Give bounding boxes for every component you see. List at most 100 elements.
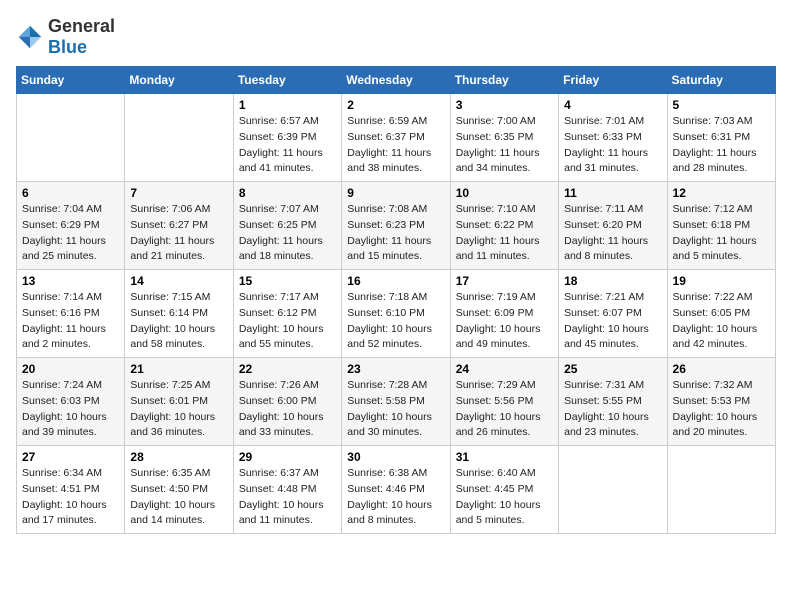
day-number: 25 (564, 362, 661, 376)
day-number: 17 (456, 274, 553, 288)
calendar-day-31: 31 Sunrise: 6:40 AMSunset: 4:45 PMDayligh… (450, 446, 558, 534)
day-header-wednesday: Wednesday (342, 67, 450, 94)
logo-general: General (48, 16, 115, 36)
calendar-table: SundayMondayTuesdayWednesdayThursdayFrid… (16, 66, 776, 534)
day-header-friday: Friday (559, 67, 667, 94)
day-number: 29 (239, 450, 336, 464)
calendar-day-5: 5 Sunrise: 7:03 AMSunset: 6:31 PMDaylight… (667, 94, 775, 182)
calendar-day-10: 10 Sunrise: 7:10 AMSunset: 6:22 PMDayligh… (450, 182, 558, 270)
day-info: Sunrise: 6:40 AMSunset: 4:45 PMDaylight:… (456, 466, 553, 529)
day-info: Sunrise: 6:59 AMSunset: 6:37 PMDaylight:… (347, 114, 444, 177)
calendar-day-9: 9Sunrise: 7:08 AMSunset: 6:23 PMDaylight… (342, 182, 450, 270)
calendar-day-12: 12 Sunrise: 7:12 AMSunset: 6:18 PMDayligh… (667, 182, 775, 270)
day-info: Sunrise: 7:19 AMSunset: 6:09 PMDaylight:… (456, 290, 553, 353)
calendar-day-empty (17, 94, 125, 182)
day-number: 28 (130, 450, 227, 464)
day-number: 14 (130, 274, 227, 288)
calendar-day-15: 15 Sunrise: 7:17 AMSunset: 6:12 PMDayligh… (233, 270, 341, 358)
page-header: General Blue (16, 16, 776, 58)
day-number: 13 (22, 274, 119, 288)
day-number: 12 (673, 186, 770, 200)
calendar-day-22: 22 Sunrise: 7:26 AMSunset: 6:00 PMDayligh… (233, 358, 341, 446)
day-number: 10 (456, 186, 553, 200)
calendar-day-30: 30 Sunrise: 6:38 AMSunset: 4:46 PMDayligh… (342, 446, 450, 534)
day-info: Sunrise: 7:11 AMSunset: 6:20 PMDaylight:… (564, 202, 661, 265)
day-number: 5 (673, 98, 770, 112)
calendar-week-row: 6 Sunrise: 7:04 AMSunset: 6:29 PMDaylight… (17, 182, 776, 270)
calendar-day-2: 2 Sunrise: 6:59 AMSunset: 6:37 PMDaylight… (342, 94, 450, 182)
calendar-day-7: 7 Sunrise: 7:06 AMSunset: 6:27 PMDaylight… (125, 182, 233, 270)
day-number: 15 (239, 274, 336, 288)
calendar-day-4: 4 Sunrise: 7:01 AMSunset: 6:33 PMDaylight… (559, 94, 667, 182)
day-number: 2 (347, 98, 444, 112)
calendar-day-1: 1 Sunrise: 6:57 AMSunset: 6:39 PMDaylight… (233, 94, 341, 182)
calendar-day-26: 26Sunrise: 7:32 AMSunset: 5:53 PMDayligh… (667, 358, 775, 446)
calendar-week-row: 20 Sunrise: 7:24 AMSunset: 6:03 PMDayligh… (17, 358, 776, 446)
calendar-day-3: 3 Sunrise: 7:00 AMSunset: 6:35 PMDaylight… (450, 94, 558, 182)
day-header-monday: Monday (125, 67, 233, 94)
calendar-day-29: 29 Sunrise: 6:37 AMSunset: 4:48 PMDayligh… (233, 446, 341, 534)
day-info: Sunrise: 6:34 AMSunset: 4:51 PMDaylight:… (22, 466, 119, 529)
day-info: Sunrise: 7:32 AMSunset: 5:53 PMDaylight:… (673, 378, 770, 441)
day-info: Sunrise: 7:17 AMSunset: 6:12 PMDaylight:… (239, 290, 336, 353)
day-info: Sunrise: 7:24 AMSunset: 6:03 PMDaylight:… (22, 378, 119, 441)
calendar-day-28: 28 Sunrise: 6:35 AMSunset: 4:50 PMDayligh… (125, 446, 233, 534)
calendar-day-25: 25 Sunrise: 7:31 AMSunset: 5:55 PMDayligh… (559, 358, 667, 446)
day-info: Sunrise: 7:25 AMSunset: 6:01 PMDaylight:… (130, 378, 227, 441)
calendar-day-16: 16Sunrise: 7:18 AMSunset: 6:10 PMDayligh… (342, 270, 450, 358)
calendar-day-11: 11 Sunrise: 7:11 AMSunset: 6:20 PMDayligh… (559, 182, 667, 270)
logo: General Blue (16, 16, 115, 58)
day-number: 31 (456, 450, 553, 464)
day-header-saturday: Saturday (667, 67, 775, 94)
day-info: Sunrise: 7:06 AMSunset: 6:27 PMDaylight:… (130, 202, 227, 265)
day-number: 11 (564, 186, 661, 200)
day-info: Sunrise: 7:00 AMSunset: 6:35 PMDaylight:… (456, 114, 553, 177)
calendar-day-19: 19Sunrise: 7:22 AMSunset: 6:05 PMDayligh… (667, 270, 775, 358)
day-info: Sunrise: 7:26 AMSunset: 6:00 PMDaylight:… (239, 378, 336, 441)
day-info: Sunrise: 7:12 AMSunset: 6:18 PMDaylight:… (673, 202, 770, 265)
day-number: 3 (456, 98, 553, 112)
day-info: Sunrise: 7:01 AMSunset: 6:33 PMDaylight:… (564, 114, 661, 177)
day-number: 24 (456, 362, 553, 376)
calendar-day-empty (667, 446, 775, 534)
day-info: Sunrise: 7:21 AMSunset: 6:07 PMDaylight:… (564, 290, 661, 353)
day-info: Sunrise: 7:14 AMSunset: 6:16 PMDaylight:… (22, 290, 119, 353)
calendar-day-20: 20 Sunrise: 7:24 AMSunset: 6:03 PMDayligh… (17, 358, 125, 446)
day-number: 6 (22, 186, 119, 200)
day-header-tuesday: Tuesday (233, 67, 341, 94)
calendar-day-27: 27 Sunrise: 6:34 AMSunset: 4:51 PMDayligh… (17, 446, 125, 534)
day-info: Sunrise: 6:38 AMSunset: 4:46 PMDaylight:… (347, 466, 444, 529)
day-number: 22 (239, 362, 336, 376)
calendar-day-8: 8 Sunrise: 7:07 AMSunset: 6:25 PMDaylight… (233, 182, 341, 270)
calendar-header-row: SundayMondayTuesdayWednesdayThursdayFrid… (17, 67, 776, 94)
logo-icon (16, 23, 44, 51)
day-number: 16 (347, 274, 444, 288)
day-info: Sunrise: 7:28 AMSunset: 5:58 PMDaylight:… (347, 378, 444, 441)
calendar-day-13: 13 Sunrise: 7:14 AMSunset: 6:16 PMDayligh… (17, 270, 125, 358)
calendar-day-18: 18Sunrise: 7:21 AMSunset: 6:07 PMDayligh… (559, 270, 667, 358)
calendar-day-14: 14Sunrise: 7:15 AMSunset: 6:14 PMDayligh… (125, 270, 233, 358)
day-header-thursday: Thursday (450, 67, 558, 94)
day-info: Sunrise: 6:57 AMSunset: 6:39 PMDaylight:… (239, 114, 336, 177)
day-number: 7 (130, 186, 227, 200)
day-info: Sunrise: 7:10 AMSunset: 6:22 PMDaylight:… (456, 202, 553, 265)
day-info: Sunrise: 7:04 AMSunset: 6:29 PMDaylight:… (22, 202, 119, 265)
day-number: 1 (239, 98, 336, 112)
day-info: Sunrise: 6:37 AMSunset: 4:48 PMDaylight:… (239, 466, 336, 529)
calendar-week-row: 13 Sunrise: 7:14 AMSunset: 6:16 PMDayligh… (17, 270, 776, 358)
day-header-sunday: Sunday (17, 67, 125, 94)
day-info: Sunrise: 7:31 AMSunset: 5:55 PMDaylight:… (564, 378, 661, 441)
calendar-week-row: 27 Sunrise: 6:34 AMSunset: 4:51 PMDayligh… (17, 446, 776, 534)
day-number: 19 (673, 274, 770, 288)
day-info: Sunrise: 7:03 AMSunset: 6:31 PMDaylight:… (673, 114, 770, 177)
day-number: 30 (347, 450, 444, 464)
day-number: 20 (22, 362, 119, 376)
day-number: 23 (347, 362, 444, 376)
day-info: Sunrise: 6:35 AMSunset: 4:50 PMDaylight:… (130, 466, 227, 529)
day-number: 8 (239, 186, 336, 200)
day-number: 4 (564, 98, 661, 112)
calendar-day-empty (125, 94, 233, 182)
day-number: 27 (22, 450, 119, 464)
day-info: Sunrise: 7:07 AMSunset: 6:25 PMDaylight:… (239, 202, 336, 265)
calendar-day-23: 23 Sunrise: 7:28 AMSunset: 5:58 PMDayligh… (342, 358, 450, 446)
